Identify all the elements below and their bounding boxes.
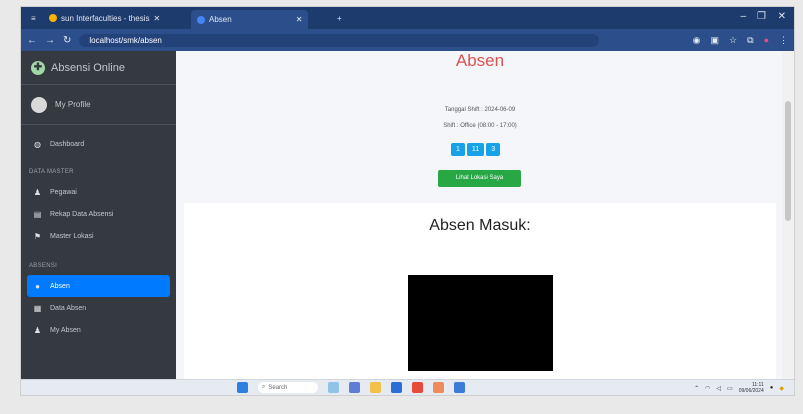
tanggal-shift-text: Tanggal Shift : 2024-06-09 <box>444 107 516 113</box>
tab-label: Absen <box>209 15 232 24</box>
clock-minutes: 11 <box>466 143 485 156</box>
sidebar-item-dashboard[interactable]: ◍ Dashboard <box>21 133 176 155</box>
shift-text: Shift : Office (08:00 - 17:00) <box>443 123 517 129</box>
page-title: Absen <box>455 51 505 70</box>
reload-icon[interactable]: ↻ <box>63 35 71 46</box>
table-icon: ▦ <box>33 303 42 313</box>
copilot-icon[interactable]: ◆ <box>779 385 784 392</box>
desktop-frame: ≡ sun Interfaculties - thesis ✕ Absen ✕ … <box>0 0 803 414</box>
close-icon[interactable]: ✕ <box>296 15 303 24</box>
minimize-icon[interactable]: – <box>740 11 746 22</box>
search-icon: ⌕ <box>262 384 266 390</box>
camera-permission-icon[interactable]: ▣ <box>711 35 720 46</box>
dashboard-icon: ◍ <box>34 139 41 149</box>
taskbar: ⌕ Search ⌃ ◠ ◁ ▭ 11:11 09/06/2024 ● ◆ <box>21 379 794 395</box>
sidebar-item-data-absen[interactable]: ▦ Data Absen <box>21 297 176 319</box>
tab-favicon-icon <box>197 15 205 24</box>
wifi-icon[interactable]: ◠ <box>705 385 710 392</box>
nav-header-absensi: ABSENSI <box>29 263 58 269</box>
forward-icon[interactable]: → <box>45 35 55 46</box>
more-menu-icon[interactable]: ⋮ <box>779 35 788 46</box>
windows-start-icon[interactable] <box>237 382 248 393</box>
sidebar-item-pegawai[interactable]: ♟ Pegawai <box>21 181 176 203</box>
sidebar-item-rekap[interactable]: ▤ Rekap Data Absensi <box>21 203 176 225</box>
tab-favicon-icon <box>49 14 57 22</box>
absen-masuk-card: Absen Masuk: <box>184 203 776 383</box>
sidebar-item-label: My Absen <box>50 326 81 334</box>
volume-icon[interactable]: ◁ <box>716 385 721 392</box>
profile-icon[interactable]: ● <box>764 35 769 46</box>
sidebar-item-label: Master Lokasi <box>50 232 94 240</box>
close-window-icon[interactable]: ✕ <box>778 11 786 22</box>
clock-display: 1 11 3 <box>451 143 501 156</box>
app-icon[interactable] <box>433 382 444 393</box>
card-title: Absen Masuk: <box>429 217 531 234</box>
browser-menu-icon[interactable]: ≡ <box>25 11 42 25</box>
back-icon[interactable]: ← <box>27 35 37 46</box>
taskbar-apps: ⌕ Search <box>237 382 465 393</box>
camera-preview <box>408 275 553 371</box>
address-bar: ← → ↻ localhost/smk/absen ◉ ▣ ☆ ⧉ ● ⋮ <box>21 29 794 51</box>
tab-interfaculties[interactable]: sun Interfaculties - thesis ✕ <box>43 11 166 25</box>
new-tab-button[interactable]: + <box>331 11 348 25</box>
location-icon: ⚑ <box>33 231 42 241</box>
user-icon: ♟ <box>33 187 42 197</box>
clock[interactable]: 11:11 09/06/2024 <box>739 382 764 394</box>
clock-date: 09/06/2024 <box>738 388 764 394</box>
user-icon: ♟ <box>33 325 42 335</box>
search-placeholder: Search <box>268 384 288 391</box>
browser-tab-bar: ≡ sun Interfaculties - thesis ✕ Absen ✕ … <box>21 7 794 29</box>
file-explorer-icon[interactable] <box>370 382 381 393</box>
scrollbar-thumb[interactable] <box>785 101 791 221</box>
widgets-icon[interactable] <box>328 382 339 393</box>
camera-icon: ● <box>35 281 40 291</box>
main-content: Absen Tanggal Shift : 2024-06-09 Shift :… <box>176 51 784 383</box>
user-panel[interactable]: My Profile <box>21 85 176 125</box>
brand-logo-icon: ✚ <box>31 60 45 75</box>
close-icon[interactable]: ✕ <box>153 14 160 23</box>
extensions-icon[interactable]: ⧉ <box>747 35 753 46</box>
sidebar-item-label: Absen <box>50 282 70 290</box>
brand-link[interactable]: ✚ Absensi Online <box>21 51 176 85</box>
browser-toolbar-icons: ◉ ▣ ☆ ⧉ ● ⋮ <box>693 35 788 46</box>
battery-icon[interactable]: ▭ <box>727 385 733 392</box>
edge-icon[interactable] <box>391 382 402 393</box>
vscode-icon[interactable] <box>454 382 465 393</box>
report-icon: ▤ <box>33 209 42 219</box>
sidebar-item-label: Dashboard <box>50 140 85 148</box>
location-pin-icon[interactable]: ◉ <box>693 35 701 46</box>
user-profile-link[interactable]: My Profile <box>55 100 91 109</box>
sidebar-item-absen[interactable]: ● Absen <box>27 275 170 297</box>
page-scrollbar[interactable] <box>782 51 794 381</box>
clock-hours: 1 <box>451 143 465 156</box>
sidebar: ✚ Absensi Online My Profile ◍ Dashboard … <box>21 51 176 381</box>
screen: ≡ sun Interfaculties - thesis ✕ Absen ✕ … <box>20 6 795 396</box>
notification-icon[interactable]: ● <box>770 385 774 391</box>
tab-absen[interactable]: Absen ✕ <box>191 10 309 29</box>
maximize-icon[interactable]: ❐ <box>757 11 766 22</box>
chrome-icon[interactable] <box>412 382 423 393</box>
system-tray: ⌃ ◠ ◁ ▭ 11:11 09/06/2024 ● ◆ <box>694 382 784 394</box>
sidebar-item-master-lokasi[interactable]: ⚑ Master Lokasi <box>21 225 176 247</box>
brand-text: Absensi Online <box>51 61 125 74</box>
chevron-up-icon[interactable]: ⌃ <box>694 385 699 392</box>
task-view-icon[interactable] <box>349 382 360 393</box>
sidebar-item-label: Rekap Data Absensi <box>50 210 114 218</box>
url-input[interactable]: localhost/smk/absen <box>79 33 600 47</box>
taskbar-search[interactable]: ⌕ Search <box>258 382 318 393</box>
clock-seconds: 3 <box>486 143 501 156</box>
avatar <box>31 96 47 113</box>
star-icon[interactable]: ☆ <box>729 35 737 46</box>
lihat-lokasi-button[interactable]: Lihat Lokasi Saya <box>438 170 521 187</box>
sidebar-item-label: Pegawai <box>50 188 77 196</box>
sidebar-item-label: Data Absen <box>50 304 87 312</box>
nav-header-data-master: DATA MASTER <box>29 169 74 175</box>
tab-label: sun Interfaculties - thesis <box>61 13 150 23</box>
sidebar-item-my-absen[interactable]: ♟ My Absen <box>21 319 176 341</box>
